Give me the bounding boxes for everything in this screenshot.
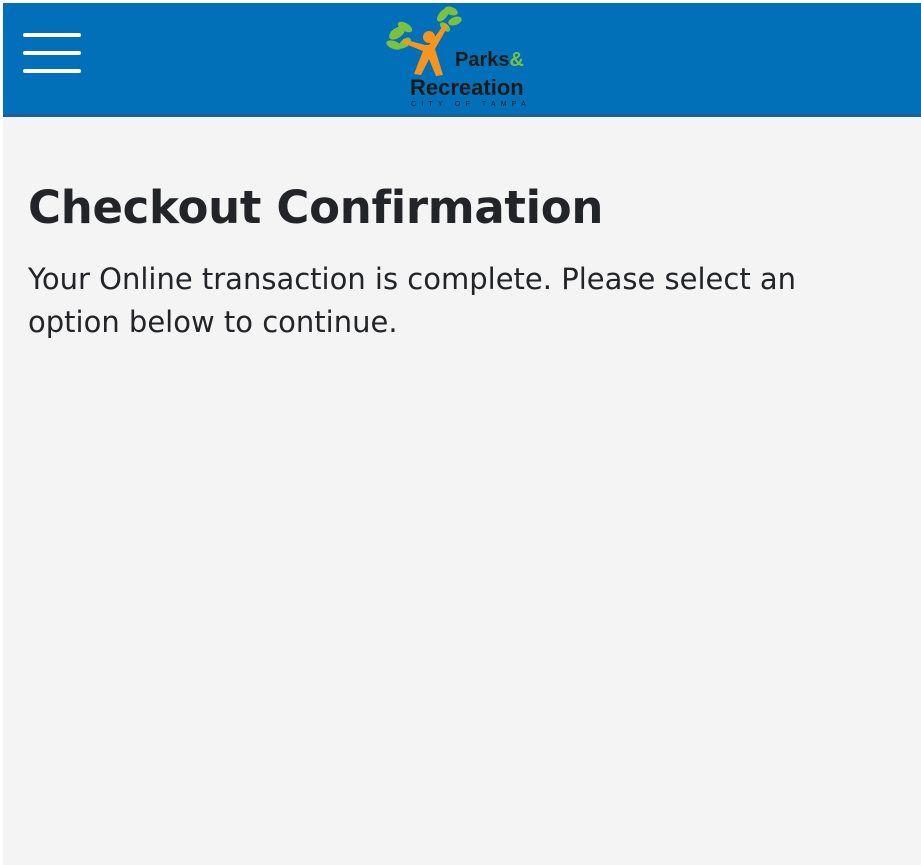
menu-line <box>23 51 81 55</box>
logo-text-city: CITY OF TAMPA <box>411 101 531 108</box>
site-header: Parks& Recreation CITY OF TAMPA <box>3 3 921 117</box>
hamburger-menu-icon[interactable] <box>23 33 81 75</box>
page-title: Checkout Confirmation <box>28 181 604 234</box>
logo-text-recreation: Recreation <box>410 75 524 100</box>
page-frame: Parks& Recreation CITY OF TAMPA Checkout… <box>3 3 921 865</box>
parks-recreation-logo[interactable]: Parks& Recreation CITY OF TAMPA <box>385 5 545 111</box>
logo-text-parks: Parks& <box>455 49 524 71</box>
logo-ampersand: & <box>509 49 524 71</box>
main-content: Checkout Confirmation Your Online transa… <box>28 178 888 344</box>
logo-parks-word: Parks <box>455 49 510 71</box>
menu-line <box>23 33 81 37</box>
confirmation-message: Your Online transaction is complete. Ple… <box>28 262 797 339</box>
menu-line <box>23 69 81 73</box>
